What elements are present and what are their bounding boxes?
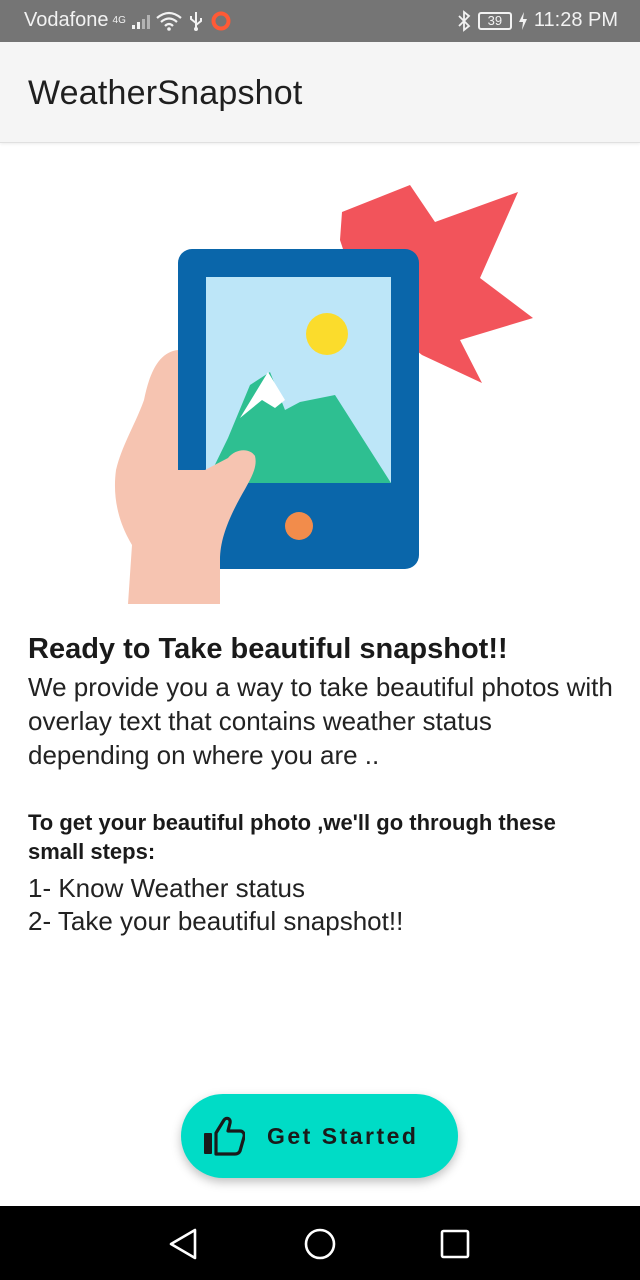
steps-list: 1- Know Weather status 2- Take your beau… xyxy=(28,872,618,938)
steps-title: To get your beautiful photo ,we'll go th… xyxy=(28,810,556,864)
clock: 11:28 PM xyxy=(533,9,618,31)
description-text: We provide you a way to take beautiful p… xyxy=(28,672,613,770)
carrier-name: Vodafone xyxy=(24,9,109,31)
battery-icon: 39 xyxy=(477,11,512,30)
step-item-1: 1- Know Weather status xyxy=(28,873,305,903)
phone-snapshot-illustration xyxy=(114,185,533,604)
status-left: Vodafone 4G xyxy=(24,9,232,32)
network-type: 4G xyxy=(112,15,126,26)
navigation-bar xyxy=(0,1206,640,1280)
usb-icon xyxy=(189,11,202,31)
intro-content: Ready to Take beautiful snapshot!! We pr… xyxy=(28,630,618,938)
home-button-dot xyxy=(285,512,313,540)
status-bar: Vodafone 4G 39 11:28 PM xyxy=(0,0,640,42)
sun-icon xyxy=(306,313,348,355)
back-icon[interactable] xyxy=(165,1226,201,1262)
app-bar: WeatherSnapshot xyxy=(0,42,640,143)
wifi-icon xyxy=(156,11,182,31)
thumbs-up-icon xyxy=(204,1116,245,1156)
app-title: WeatherSnapshot xyxy=(28,74,303,112)
get-started-button[interactable]: Get Started xyxy=(181,1094,458,1178)
headline: Ready to Take beautiful snapshot!! xyxy=(28,633,508,665)
notification-ring-icon xyxy=(211,11,231,30)
signal-icon xyxy=(131,13,150,29)
home-icon[interactable] xyxy=(302,1226,338,1262)
charging-icon xyxy=(518,11,527,30)
get-started-label: Get Started xyxy=(267,1122,419,1149)
bluetooth-icon xyxy=(458,9,471,32)
step-item-2: 2- Take your beautiful snapshot!! xyxy=(28,906,404,936)
recents-icon[interactable] xyxy=(437,1226,473,1262)
status-right: 39 11:28 PM xyxy=(456,9,618,32)
